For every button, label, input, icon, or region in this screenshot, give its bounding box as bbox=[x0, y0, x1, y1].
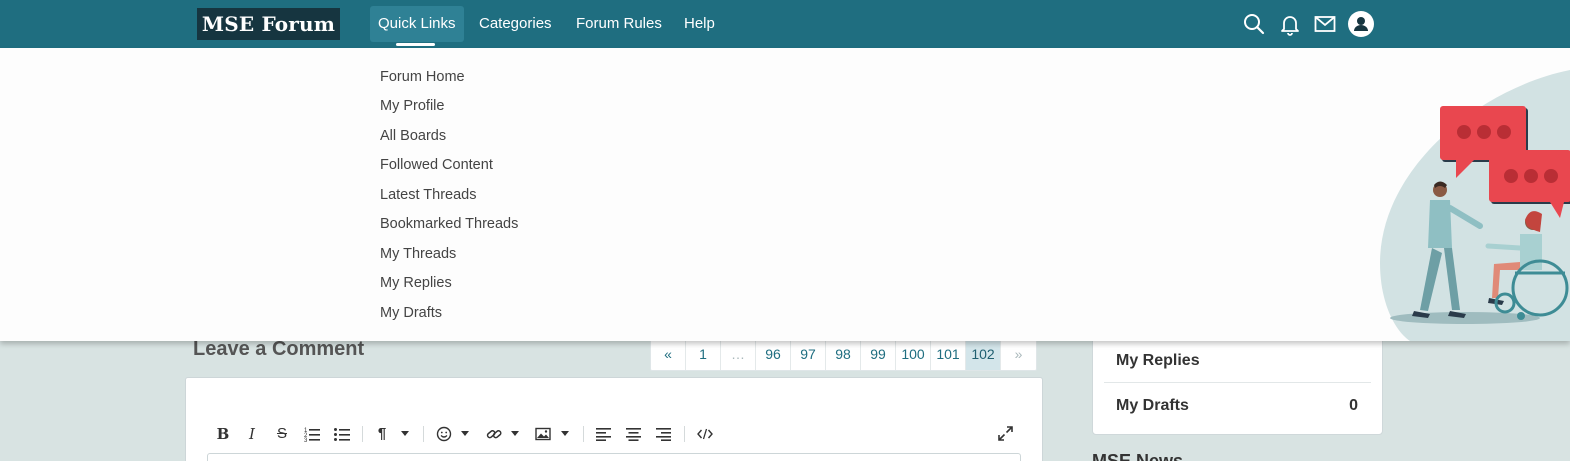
active-nav-indicator bbox=[396, 43, 435, 46]
emoji-icon[interactable] bbox=[436, 426, 452, 442]
paragraph-format-button[interactable]: ¶ bbox=[375, 423, 389, 445]
comment-editor bbox=[185, 377, 1043, 461]
pagination-page[interactable]: 1 bbox=[686, 339, 721, 370]
chevron-down-icon[interactable] bbox=[461, 431, 469, 436]
align-left-icon[interactable] bbox=[596, 427, 611, 441]
fullscreen-icon[interactable] bbox=[998, 426, 1013, 441]
quick-links-dropdown: Forum Home My Profile All Boards Followe… bbox=[0, 48, 1570, 341]
link-icon[interactable] bbox=[486, 426, 502, 442]
user-silhouette-icon bbox=[1354, 17, 1368, 31]
pagination-current-page[interactable]: 102 bbox=[966, 339, 1001, 370]
quick-link-all-boards[interactable]: All Boards bbox=[380, 128, 446, 144]
quick-link-latest-threads[interactable]: Latest Threads bbox=[380, 187, 476, 203]
numbered-list-icon[interactable]: 1 2 3 bbox=[304, 426, 320, 442]
search-icon[interactable] bbox=[1242, 12, 1266, 36]
chevron-down-icon[interactable] bbox=[511, 431, 519, 436]
pagination-page[interactable]: 100 bbox=[896, 339, 931, 370]
quick-link-forum-home[interactable]: Forum Home bbox=[380, 69, 465, 85]
top-navigation-bar: MSE Forum Quick Links Categories Forum R… bbox=[0, 0, 1570, 48]
sidebar-link-my-drafts[interactable]: My Drafts bbox=[1116, 397, 1189, 415]
pagination-prev[interactable]: « bbox=[651, 339, 686, 370]
toolbar-divider bbox=[684, 426, 685, 442]
comment-text-area[interactable] bbox=[207, 453, 1021, 461]
nav-quick-links[interactable]: Quick Links bbox=[370, 6, 464, 42]
bullet-list-icon[interactable] bbox=[334, 426, 350, 442]
user-avatar-icon[interactable] bbox=[1348, 11, 1374, 37]
bold-button[interactable]: B bbox=[214, 423, 232, 445]
pagination-ellipsis: … bbox=[721, 339, 756, 370]
nav-forum-rules[interactable]: Forum Rules bbox=[568, 6, 670, 42]
comment-section-title: Leave a Comment bbox=[193, 338, 365, 360]
pagination-page[interactable]: 99 bbox=[861, 339, 896, 370]
italic-button[interactable]: I bbox=[244, 423, 260, 445]
nav-categories[interactable]: Categories bbox=[471, 6, 560, 42]
align-right-icon[interactable] bbox=[656, 427, 671, 441]
quick-link-my-replies[interactable]: My Replies bbox=[380, 275, 452, 291]
strikethrough-button[interactable]: S bbox=[274, 423, 290, 445]
toolbar-divider bbox=[362, 426, 363, 442]
pagination-page[interactable]: 98 bbox=[826, 339, 861, 370]
toolbar-divider bbox=[423, 426, 424, 442]
news-heading: MSE News bbox=[1092, 451, 1184, 461]
community-illustration bbox=[1380, 70, 1570, 341]
bell-icon[interactable] bbox=[1278, 12, 1302, 36]
svg-text:3: 3 bbox=[304, 438, 308, 442]
pagination-page[interactable]: 101 bbox=[931, 339, 966, 370]
quick-link-my-threads[interactable]: My Threads bbox=[380, 246, 456, 262]
sidebar-link-my-replies[interactable]: My Replies bbox=[1116, 352, 1200, 370]
sidebar-divider bbox=[1104, 382, 1371, 383]
nav-help[interactable]: Help bbox=[676, 6, 723, 42]
code-icon[interactable] bbox=[697, 427, 713, 441]
chevron-down-icon[interactable] bbox=[561, 431, 569, 436]
quick-link-followed-content[interactable]: Followed Content bbox=[380, 157, 493, 173]
quick-link-my-drafts[interactable]: My Drafts bbox=[380, 305, 442, 321]
align-center-icon[interactable] bbox=[626, 427, 641, 441]
quick-link-my-profile[interactable]: My Profile bbox=[380, 98, 444, 114]
toolbar-divider bbox=[583, 426, 584, 442]
site-logo[interactable]: MSE Forum bbox=[197, 8, 340, 40]
pagination-page[interactable]: 97 bbox=[791, 339, 826, 370]
pagination: « 1 … 96 97 98 99 100 101 102 » bbox=[650, 338, 1037, 371]
quick-link-bookmarked-threads[interactable]: Bookmarked Threads bbox=[380, 216, 518, 232]
image-icon[interactable] bbox=[535, 426, 551, 442]
drafts-count: 0 bbox=[1349, 397, 1358, 414]
pagination-next[interactable]: » bbox=[1001, 339, 1036, 370]
mail-icon[interactable] bbox=[1313, 12, 1337, 36]
chevron-down-icon[interactable] bbox=[401, 431, 409, 436]
pagination-page[interactable]: 96 bbox=[756, 339, 791, 370]
